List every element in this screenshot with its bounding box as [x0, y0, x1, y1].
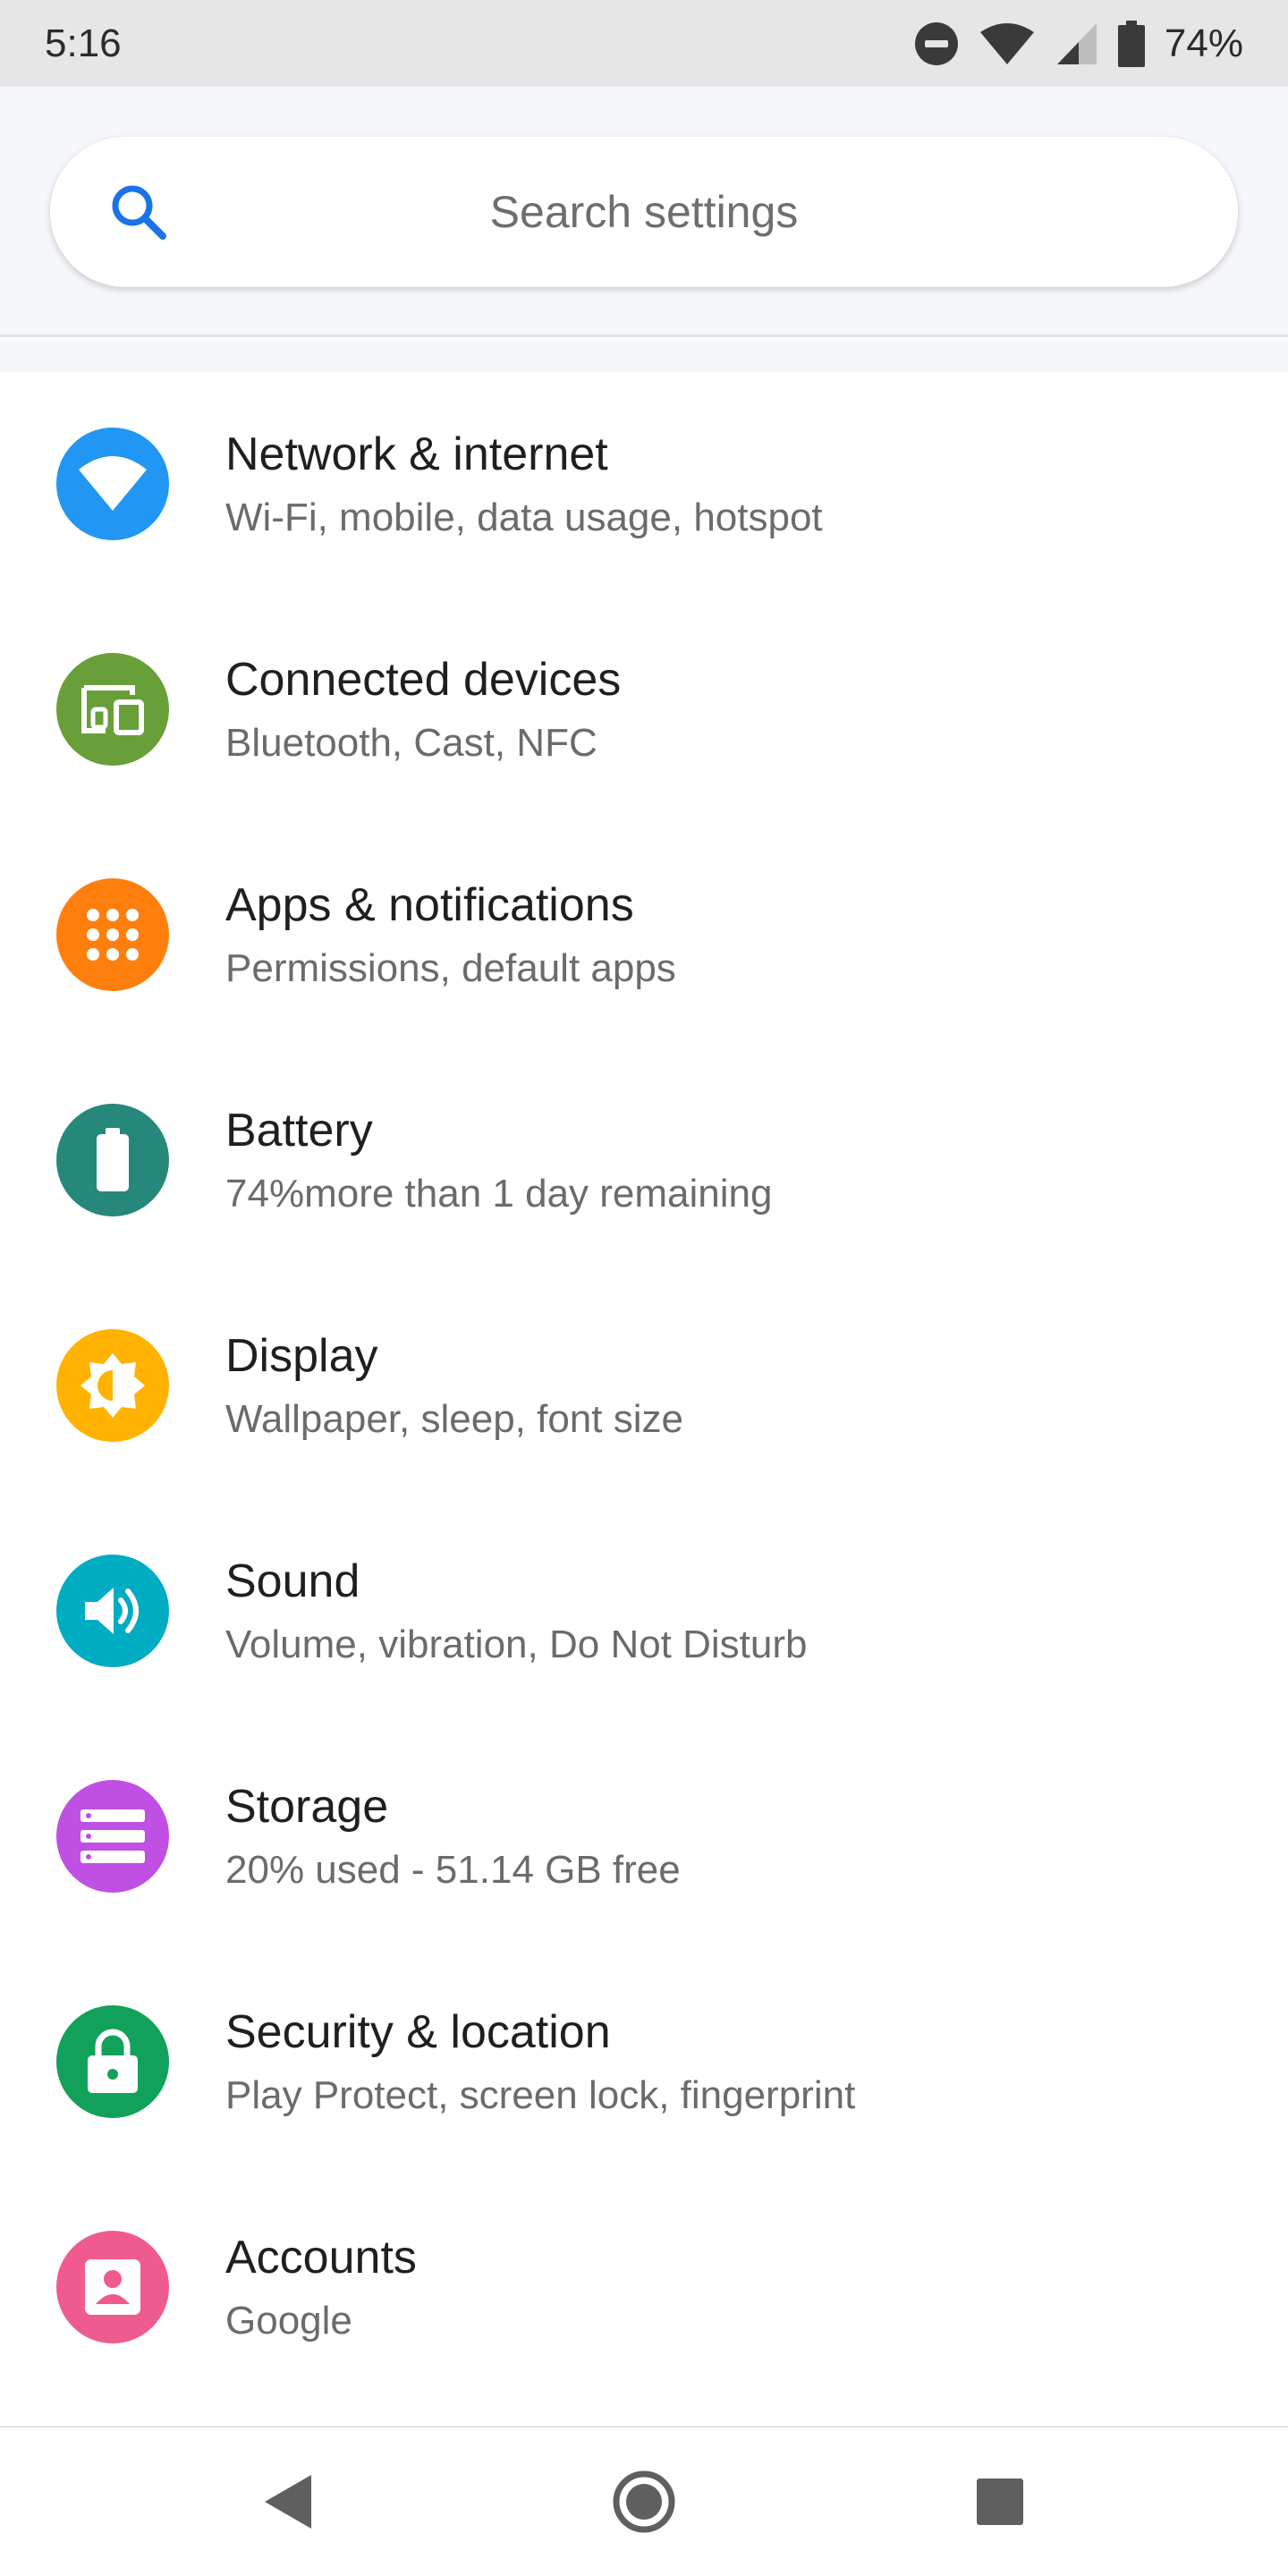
settings-item-battery[interactable]: Battery 74%more than 1 day remaining	[0, 1048, 1288, 1274]
brightness-icon	[80, 1353, 145, 1418]
item-subtitle: Volume, vibration, Do Not Disturb	[225, 1623, 808, 1666]
divider	[0, 340, 1288, 372]
battery-icon	[97, 1128, 129, 1191]
search-icon	[112, 185, 166, 240]
apps-icon-circle	[56, 878, 169, 991]
wifi-icon	[979, 22, 1034, 64]
search-input[interactable]: Search settings	[50, 137, 1238, 287]
battery-icon-circle	[56, 1104, 169, 1216]
item-title: Accounts	[225, 2232, 417, 2284]
item-subtitle: Play Protect, screen lock, fingerprint	[225, 2073, 856, 2117]
battery-percentage: 74%	[1164, 21, 1243, 65]
settings-item-sound[interactable]: Sound Volume, vibration, Do Not Disturb	[0, 1499, 1288, 1724]
lock-icon	[88, 2029, 138, 2093]
status-bar: 5:16 74%	[0, 0, 1288, 87]
status-icons: 74%	[914, 20, 1243, 67]
security-icon-circle	[56, 2005, 169, 2118]
search-placeholder: Search settings	[489, 187, 799, 237]
storage-icon-circle	[56, 1780, 169, 1893]
apps-grid-icon	[87, 909, 139, 961]
item-title: Apps & notifications	[225, 879, 634, 931]
item-title: Storage	[225, 1781, 389, 1833]
item-title: Security & location	[225, 2006, 611, 2058]
home-icon[interactable]	[613, 2470, 675, 2533]
connected-devices-icon-circle	[56, 653, 169, 766]
settings-item-connected-devices[interactable]: Connected devices Bluetooth, Cast, NFC	[0, 597, 1288, 823]
volume-icon	[85, 1588, 139, 1634]
devices-icon	[81, 685, 144, 735]
settings-item-accounts[interactable]: Accounts Google	[0, 2175, 1288, 2401]
settings-item-display[interactable]: Display Wallpaper, sleep, font size	[0, 1274, 1288, 1499]
settings-list: Network & internet Wi-Fi, mobile, data u…	[0, 372, 1288, 2401]
settings-item-network[interactable]: Network & internet Wi-Fi, mobile, data u…	[0, 372, 1288, 597]
settings-item-storage[interactable]: Storage 20% used - 51.14 GB free	[0, 1724, 1288, 1950]
item-title: Display	[225, 1330, 378, 1382]
navigation-bar	[0, 2426, 1288, 2576]
item-subtitle: 74%more than 1 day remaining	[225, 1172, 773, 1216]
network-icon-circle	[56, 428, 169, 540]
storage-icon	[80, 1809, 145, 1863]
account-icon	[85, 2259, 140, 2315]
item-subtitle: Wallpaper, sleep, font size	[225, 1397, 683, 1441]
accounts-icon-circle	[56, 2231, 169, 2343]
display-icon-circle	[56, 1329, 169, 1442]
item-title: Battery	[225, 1105, 373, 1157]
battery-icon	[1117, 20, 1145, 67]
item-title: Sound	[225, 1555, 360, 1607]
item-title: Connected devices	[225, 654, 622, 706]
do-not-disturb-icon	[914, 21, 958, 65]
status-time: 5:16	[45, 21, 122, 65]
search-area: Search settings	[0, 87, 1288, 337]
cellular-signal-icon	[1056, 22, 1097, 64]
settings-item-apps[interactable]: Apps & notifications Permissions, defaul…	[0, 823, 1288, 1048]
back-icon[interactable]	[261, 2473, 315, 2530]
settings-item-security[interactable]: Security & location Play Protect, screen…	[0, 1950, 1288, 2175]
recents-icon[interactable]	[975, 2477, 1025, 2527]
item-subtitle: Permissions, default apps	[225, 946, 676, 990]
item-subtitle: Google	[225, 2299, 352, 2343]
item-subtitle: Wi-Fi, mobile, data usage, hotspot	[225, 496, 823, 539]
item-title: Network & internet	[225, 428, 608, 480]
item-subtitle: Bluetooth, Cast, NFC	[225, 721, 597, 765]
sound-icon-circle	[56, 1555, 169, 1667]
item-subtitle: 20% used - 51.14 GB free	[225, 1848, 681, 1892]
wifi-icon	[79, 456, 147, 511]
